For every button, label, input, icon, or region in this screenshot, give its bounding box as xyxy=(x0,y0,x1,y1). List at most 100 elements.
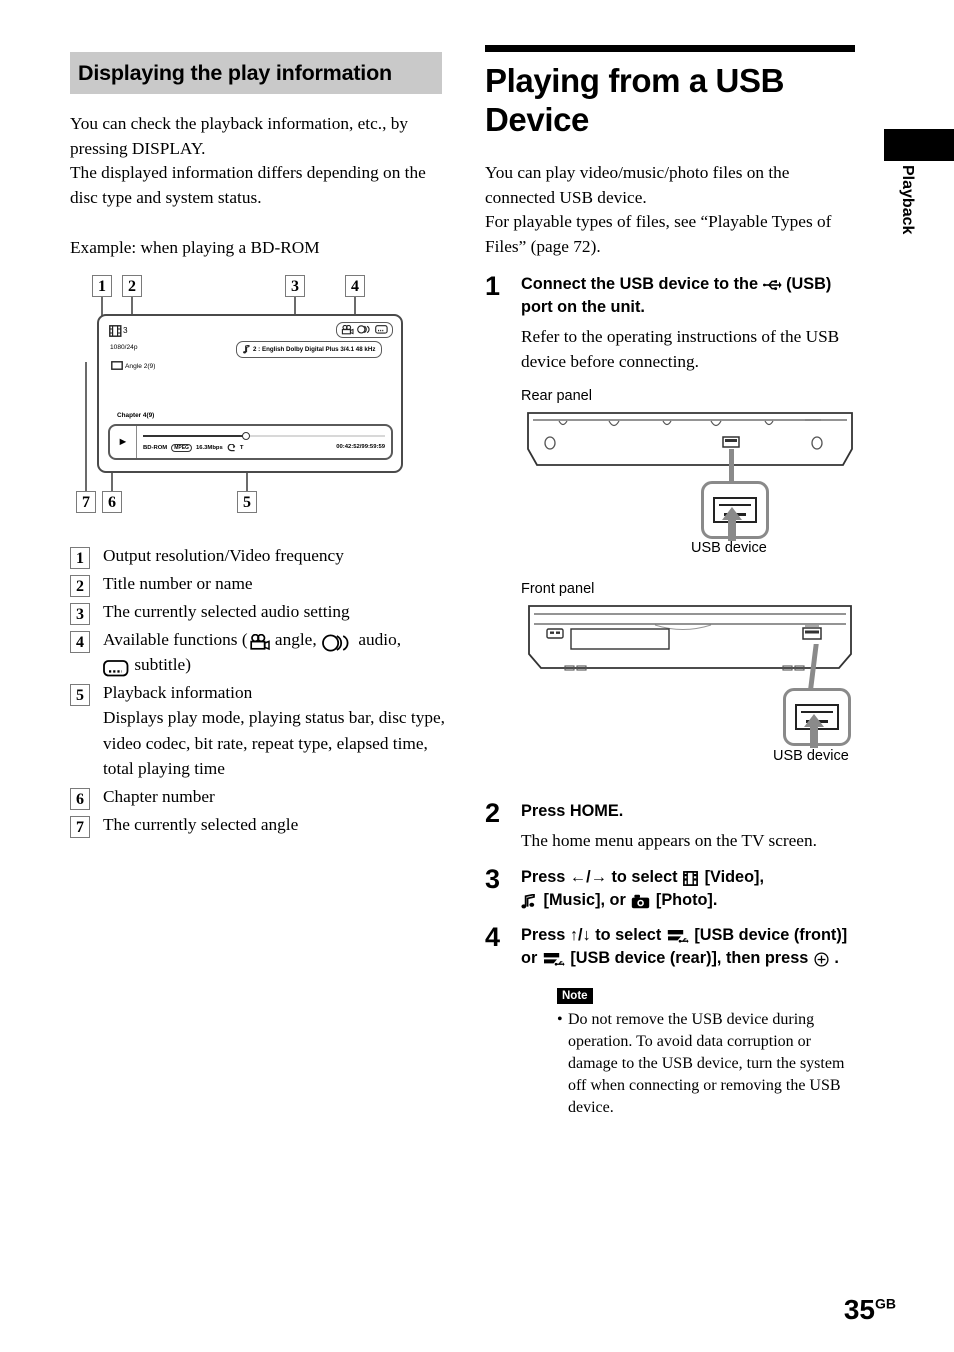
step-number: 2 xyxy=(485,798,501,828)
usb-device-icon xyxy=(667,930,689,944)
rear-usb-device-label: USB device xyxy=(691,540,767,556)
note-badge: Note xyxy=(557,988,593,1004)
music-note-icon xyxy=(243,344,250,353)
callout-3: 3 xyxy=(285,274,305,297)
note-bullet: • xyxy=(557,1010,563,1028)
leader-line-7 xyxy=(85,361,87,491)
osd-disc-type: BD-ROM xyxy=(143,444,168,451)
step-text-part-2: [Video], xyxy=(700,867,765,886)
list-item: 4 Available functions ( angle, audio, su… xyxy=(70,627,445,678)
audio-icon xyxy=(322,634,349,652)
item-subtext: Displays play mode, playing status bar, … xyxy=(103,708,445,778)
side-tab-label: Playback xyxy=(899,165,916,235)
rear-panel-diagram: USB device xyxy=(521,409,855,567)
callout-7: 7 xyxy=(76,490,96,513)
osd-playback-bar: ► BD-ROM MPEG 16.3Mbps T 00:42:52/99:59:… xyxy=(108,423,393,460)
front-usb-device-label: USB device xyxy=(773,748,849,764)
callout-2: 2 xyxy=(122,274,142,297)
osd-function-icons xyxy=(336,321,393,338)
front-panel-illustration xyxy=(528,605,852,671)
step-text: Press HOME. xyxy=(521,802,624,820)
osd-panel: 3 1080/24p Angle 2(9) 2: English Dolby … xyxy=(97,313,403,473)
callout-4: 4 xyxy=(345,274,365,297)
step-text-part-3: [USB device (rear)], then press xyxy=(565,948,813,967)
callout-6: 6 xyxy=(102,490,122,513)
play-icon: ► xyxy=(117,435,129,448)
step-text-part-1: Press ↑/↓ to select xyxy=(521,925,666,944)
step-subtext: Refer to the operating instructions of t… xyxy=(521,327,840,371)
audio-icon xyxy=(357,325,370,334)
repeat-icon xyxy=(227,443,236,451)
item-text: Title number or name xyxy=(103,573,253,593)
step-number: 3 xyxy=(485,863,501,894)
list-item: 2 Title number or name xyxy=(70,571,445,597)
item-text: The currently selected angle xyxy=(103,814,299,834)
step-text-part-3: [Music], or xyxy=(539,890,631,909)
section-heading: Displaying the play information xyxy=(70,52,442,94)
callout-5: 5 xyxy=(237,490,257,513)
angle-icon xyxy=(341,324,354,334)
item-text: Available functions ( angle, audio, subt… xyxy=(103,627,401,678)
paragraph-1: You can check the playback information, … xyxy=(70,114,409,158)
photo-camera-icon xyxy=(632,895,650,909)
music-icon xyxy=(521,893,535,909)
item-number: 4 xyxy=(70,630,90,653)
rear-usb-lead-line xyxy=(729,449,734,483)
step-3: 3 Press ←/→ to select [Video], [Music], … xyxy=(485,863,855,912)
subtitle-icon xyxy=(375,325,388,334)
osd-bar-body: BD-ROM MPEG 16.3Mbps T 00:42:52/99:59:59 xyxy=(136,425,391,458)
intro-paragraph-1: You can play video/music/photo files on … xyxy=(485,163,790,207)
rear-panel-label: Rear panel xyxy=(521,388,592,404)
item-text: The currently selected audio setting xyxy=(103,601,350,621)
item-text-part-2: angle, xyxy=(270,629,321,649)
angle-icon xyxy=(249,633,270,650)
list-item: 7 The currently selected angle xyxy=(70,812,445,838)
list-item: 5 Playback information Displays play mod… xyxy=(70,680,445,782)
osd-title-number: 3 xyxy=(123,325,128,335)
step-subtext: The home menu appears on the TV screen. xyxy=(521,831,817,850)
intro-paragraph-2: For playable types of files, see “Playab… xyxy=(485,212,832,256)
item-text: Playback information xyxy=(103,682,253,702)
front-panel-label: Front panel xyxy=(521,581,595,597)
item-number: 1 xyxy=(70,546,90,569)
page-title: Playing from a USB Device xyxy=(485,62,785,138)
note-text: Do not remove the USB device during oper… xyxy=(568,1010,845,1116)
item-number: 7 xyxy=(70,815,90,838)
osd-playback-meta: BD-ROM MPEG 16.3Mbps T xyxy=(143,443,243,452)
usb-symbol-icon xyxy=(762,280,782,291)
list-item: 6 Chapter number xyxy=(70,784,445,810)
page-number-value: 35 xyxy=(843,1294,875,1325)
subtitle-icon xyxy=(103,659,129,676)
osd-time: 00:42:52/99:59:59 xyxy=(336,443,385,450)
item-text: Chapter number xyxy=(103,786,215,806)
list-item: 1 Output resolution/Video frequency xyxy=(70,543,445,569)
osd-output-resolution: 1080/24p xyxy=(110,343,138,351)
step-text-part-1: Connect the USB device to the xyxy=(521,275,763,293)
note-item: • Do not remove the USB device during op… xyxy=(557,1009,855,1119)
step-text-part-1: Press ←/→ to select xyxy=(521,867,683,886)
progress-bar xyxy=(143,432,385,440)
page-number-suffix: GB xyxy=(875,1295,896,1312)
enter-button-icon xyxy=(814,952,829,967)
item-text-part-4: subtitle) xyxy=(130,655,191,674)
side-tab-marker xyxy=(884,129,954,161)
step-number: 4 xyxy=(485,921,501,952)
paragraph-2: The displayed information differs depend… xyxy=(70,163,426,207)
left-column: Displaying the play information You can … xyxy=(70,52,445,840)
step-text-part-4: . xyxy=(829,948,839,967)
example-caption: Example: when playing a BD-ROM xyxy=(70,238,320,257)
item-number: 6 xyxy=(70,787,90,810)
front-usb-insert-arrow xyxy=(804,714,824,748)
title-rule xyxy=(485,45,855,52)
page-number: 35GB xyxy=(844,1294,896,1326)
step-text-part-4: [Photo]. xyxy=(651,890,718,909)
callout-definition-list: 1 Output resolution/Video frequency 2 Ti… xyxy=(70,543,445,838)
osd-audio-setting-text: 2 : English Dolby Digital Plus 3/4.1 48 … xyxy=(253,345,376,353)
right-column: Playing from a USB Device You can play v… xyxy=(485,45,855,1119)
title-film-icon xyxy=(109,324,122,337)
step-1: 1 Connect the USB device to the (USB) po… xyxy=(485,273,855,784)
item-text-part-3: audio, xyxy=(354,629,402,649)
osd-chapter: Chapter 4(9) xyxy=(117,411,155,419)
front-panel-diagram: USB device xyxy=(521,602,855,784)
item-number: 2 xyxy=(70,574,90,597)
